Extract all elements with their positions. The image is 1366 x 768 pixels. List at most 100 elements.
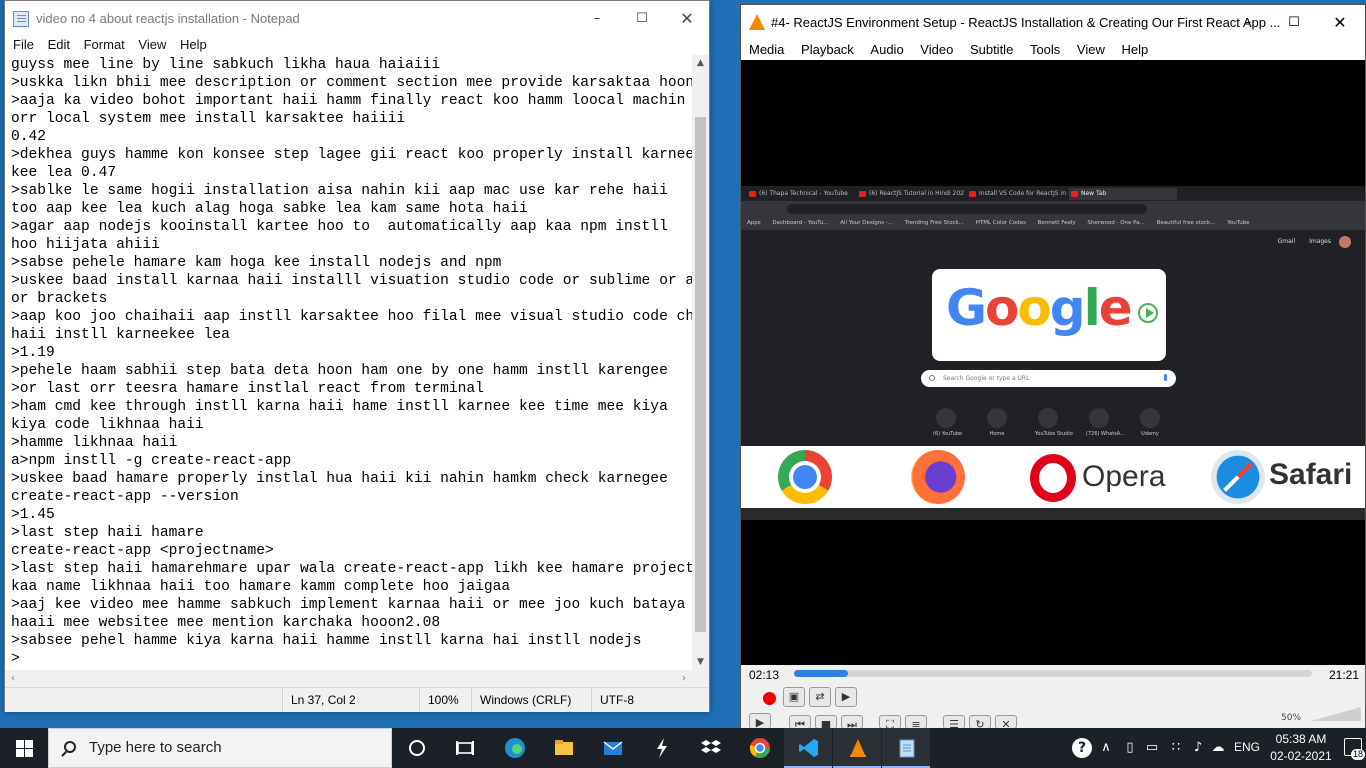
- browsers-banner: Opera Safari: [741, 446, 1365, 520]
- taskbar-mail[interactable]: [588, 728, 636, 768]
- search-icon: [64, 741, 76, 753]
- scroll-down-icon[interactable]: ▼: [692, 654, 709, 670]
- taskbar-chrome[interactable]: [735, 728, 783, 768]
- taskbar: Type here to search ? ∧ ▯ ▭ ∷ ♪ ☁ ENG 05…: [0, 728, 1366, 768]
- vlc-close-button[interactable]: ✕: [1317, 5, 1363, 40]
- shortcut-label: (726) WhatsA...: [1086, 431, 1125, 437]
- scrollbar-thumb[interactable]: [695, 117, 706, 632]
- taskbar-vlc[interactable]: [833, 728, 881, 768]
- menu-file[interactable]: File: [5, 36, 34, 54]
- play-button[interactable]: ▶: [749, 713, 771, 729]
- cortana-button[interactable]: [392, 728, 440, 768]
- menu-media[interactable]: Media: [749, 40, 784, 59]
- volume-icon[interactable]: ♪: [1190, 740, 1206, 756]
- help-icon[interactable]: ?: [1072, 738, 1092, 758]
- menu-video[interactable]: Video: [920, 40, 953, 59]
- home-icon: [987, 408, 1007, 428]
- gmail-link: Gmail: [1277, 238, 1296, 245]
- close-button[interactable]: ✕: [664, 1, 710, 36]
- notepad-text-area[interactable]: guyss mee line by line sabkuch likha hau…: [5, 55, 692, 670]
- vlc-cone-icon: [749, 14, 765, 30]
- task-view-button[interactable]: [440, 728, 488, 768]
- browser-omnibox: [787, 204, 1147, 214]
- vlc-minimize-button[interactable]: –: [1225, 5, 1271, 40]
- bookmark: Beautiful free stock...: [1156, 220, 1216, 226]
- seek-bar[interactable]: 02:13 21:21: [741, 665, 1365, 685]
- device-icon[interactable]: ▯: [1122, 740, 1138, 756]
- browser-tab: (6) Thapa Technical - YouTube: [747, 188, 855, 200]
- shortcut-label: Udemy: [1141, 431, 1159, 437]
- vlc-title: #4- ReactJS Environment Setup - ReactJS …: [771, 15, 1281, 30]
- chrome-logo-icon: [778, 450, 832, 504]
- menu-playback[interactable]: Playback: [801, 40, 854, 59]
- snapshot-button[interactable]: ▣: [783, 687, 805, 707]
- maximize-button[interactable]: ☐: [619, 1, 665, 36]
- vscode-icon: [799, 739, 818, 757]
- bookmark: All Your Designs -...: [840, 220, 894, 226]
- clock-date: 02-02-2021: [1270, 749, 1332, 763]
- system-tray: ? ∧ ▯ ▭ ∷ ♪ ☁ ENG 05:38 AM 02-02-2021 18: [1060, 728, 1366, 768]
- frame-step-button[interactable]: ▶: [835, 687, 857, 707]
- battery-icon[interactable]: ▭: [1144, 740, 1160, 756]
- seek-track[interactable]: [794, 670, 1312, 677]
- menu-format[interactable]: Format: [76, 36, 125, 54]
- bookmark: Dashboard - YouTu...: [772, 220, 829, 226]
- taskbar-app[interactable]: [637, 728, 685, 768]
- safari-wordmark: Safari: [1269, 458, 1353, 491]
- shuffle-button[interactable]: ✕: [995, 715, 1017, 731]
- scroll-left-icon[interactable]: ‹: [5, 670, 21, 687]
- previous-button[interactable]: ⏮: [789, 715, 811, 731]
- loop-ab-button[interactable]: ⇄: [809, 687, 831, 707]
- stop-button[interactable]: ■: [815, 715, 837, 731]
- vertical-scrollbar[interactable]: ▲ ▼: [692, 55, 709, 670]
- windows-logo-tile: [16, 749, 24, 757]
- fullscreen-button[interactable]: ⛶: [879, 715, 901, 731]
- menu-audio[interactable]: Audio: [870, 40, 903, 59]
- loop-button[interactable]: ↻: [969, 715, 991, 731]
- taskbar-edge[interactable]: [490, 728, 538, 768]
- shortcut-tile: Udemy: [1137, 408, 1163, 437]
- taskbar-vscode[interactable]: [784, 728, 832, 768]
- notification-center-button[interactable]: 18: [1344, 738, 1365, 760]
- taskbar-file-explorer[interactable]: [539, 728, 587, 768]
- menu-help[interactable]: Help: [172, 36, 207, 54]
- show-hidden-icons-icon[interactable]: ∧: [1098, 740, 1114, 756]
- vlc-icon: [850, 739, 866, 757]
- notepad-icon: [899, 739, 915, 758]
- clock[interactable]: 05:38 AM 02-02-2021: [1268, 731, 1334, 765]
- minimize-button[interactable]: –: [574, 1, 620, 36]
- scroll-up-icon[interactable]: ▲: [692, 55, 709, 71]
- taskbar-notepad[interactable]: [882, 728, 930, 768]
- vlc-window[interactable]: #4- ReactJS Environment Setup - ReactJS …: [740, 4, 1366, 731]
- volume-slider[interactable]: [1311, 707, 1361, 721]
- extended-settings-button[interactable]: ≡: [905, 715, 927, 731]
- network-icon[interactable]: ∷: [1168, 740, 1184, 756]
- notepad-window[interactable]: video no 4 about reactjs installation - …: [4, 0, 710, 712]
- lightning-icon: [657, 738, 667, 758]
- start-button[interactable]: [0, 728, 48, 768]
- horizontal-scrollbar[interactable]: ‹ ›: [5, 670, 692, 687]
- menu-help[interactable]: Help: [1122, 40, 1149, 59]
- task-view-icon: [456, 741, 474, 755]
- taskbar-dropbox[interactable]: [686, 728, 734, 768]
- menu-tools[interactable]: Tools: [1030, 40, 1060, 59]
- input-language[interactable]: ENG: [1234, 740, 1260, 754]
- zoom-level: 100%: [419, 688, 471, 712]
- menu-view[interactable]: View: [130, 36, 166, 54]
- menu-subtitle[interactable]: Subtitle: [970, 40, 1013, 59]
- scroll-right-icon[interactable]: ›: [676, 670, 692, 687]
- browser-toolbar: [741, 201, 1365, 217]
- record-button[interactable]: [756, 687, 778, 707]
- menu-edit[interactable]: Edit: [40, 36, 70, 54]
- next-button[interactable]: ⏭: [841, 715, 863, 731]
- menu-view[interactable]: View: [1077, 40, 1105, 59]
- vlc-maximize-button[interactable]: ☐: [1271, 5, 1317, 40]
- taskbar-search-box[interactable]: Type here to search: [48, 728, 392, 768]
- browser-tab-strip: (6) Thapa Technical - YouTube (6) ReactJ…: [741, 186, 1365, 201]
- video-area[interactable]: (6) Thapa Technical - YouTube (6) ReactJ…: [741, 60, 1365, 665]
- vlc-title-bar[interactable]: #4- ReactJS Environment Setup - ReactJS …: [741, 5, 1365, 40]
- playlist-button[interactable]: ☰: [943, 715, 965, 731]
- onedrive-icon[interactable]: ☁: [1210, 740, 1226, 756]
- bookmark: Bennett Feely: [1037, 220, 1076, 226]
- notepad-title-bar[interactable]: video no 4 about reactjs installation - …: [5, 1, 709, 36]
